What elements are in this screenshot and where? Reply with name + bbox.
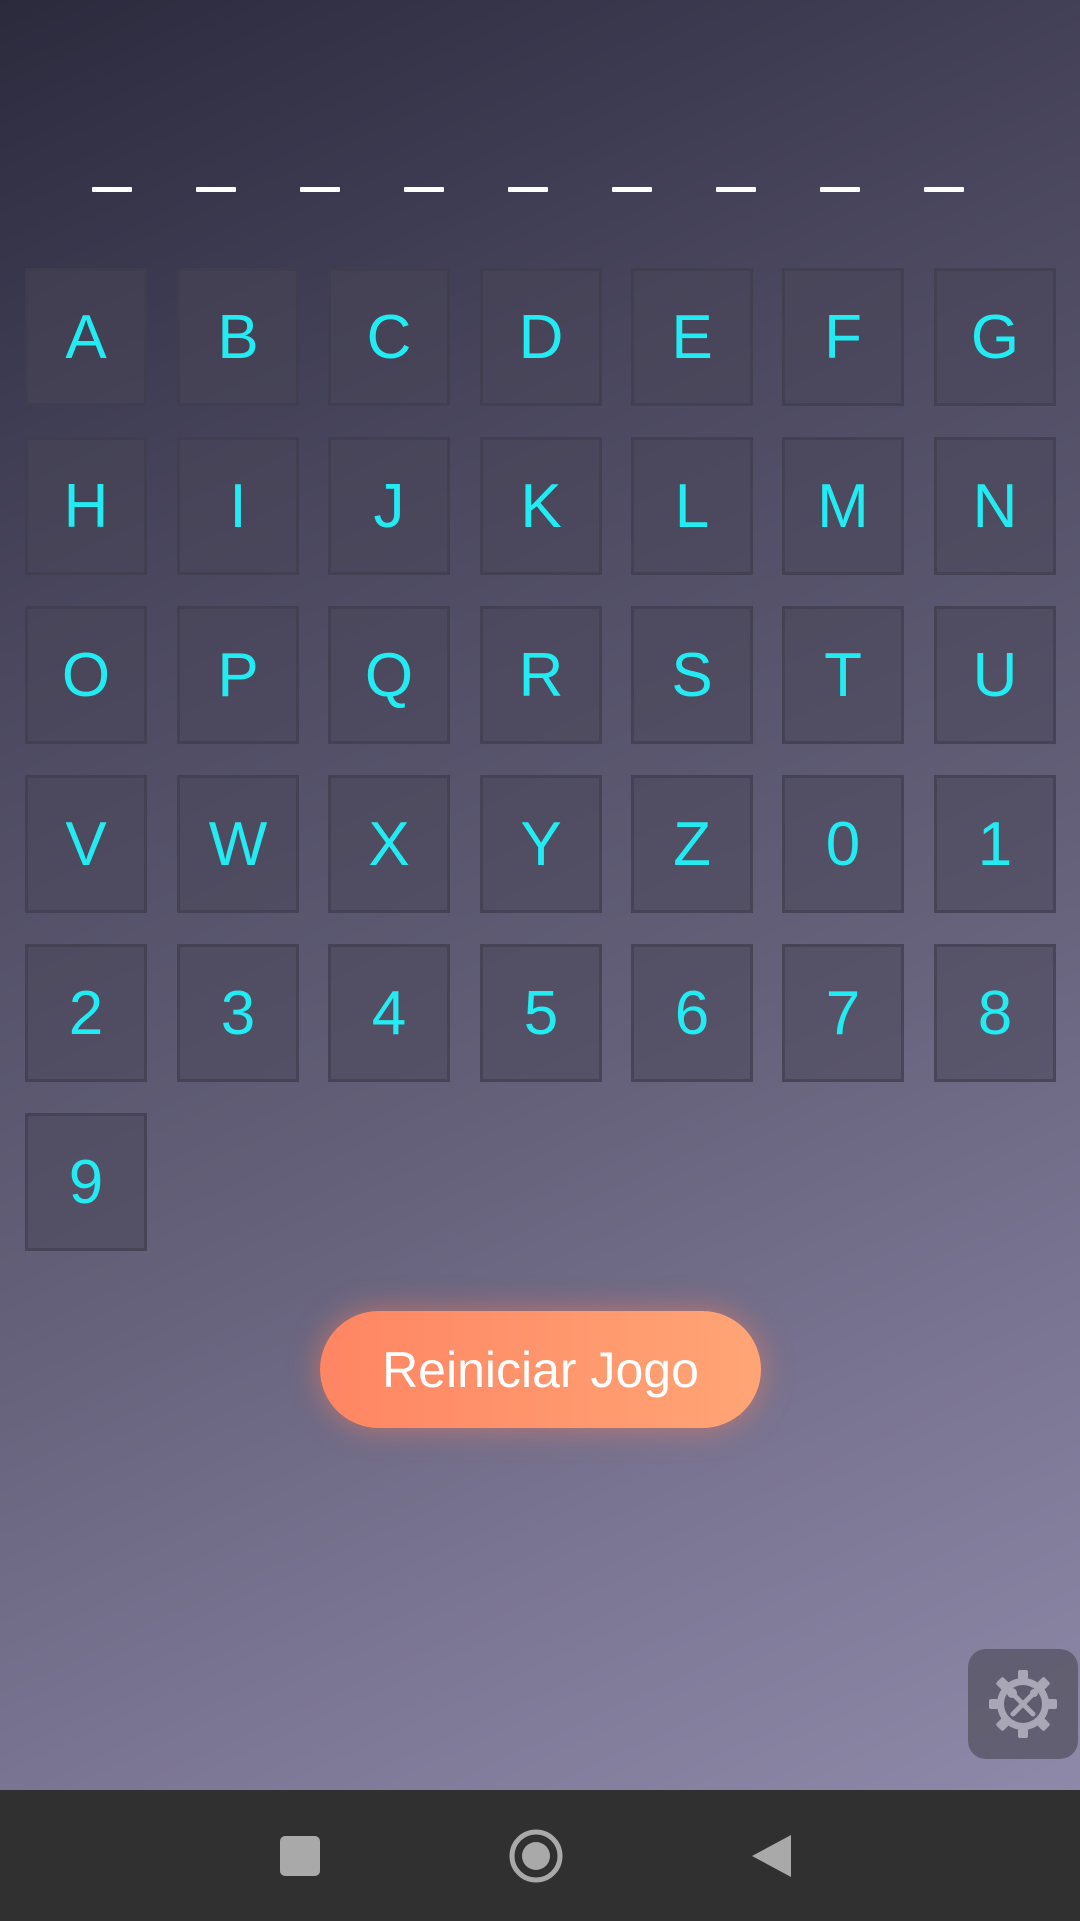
key-b[interactable]: B <box>177 268 299 406</box>
key-z[interactable]: Z <box>631 775 753 913</box>
settings-tools-icon <box>989 1670 1057 1738</box>
recent-apps-button[interactable] <box>240 1790 360 1921</box>
screen: ABCDEFG HIJKLMN OPQRSTU VWXYZ01 2345678 9 Rei… <box>0 0 1080 1921</box>
key-3[interactable]: 3 <box>177 944 299 1082</box>
key-h[interactable]: H <box>25 437 147 575</box>
restart-game-button[interactable]: Reiniciar Jogo <box>320 1311 761 1428</box>
key-2[interactable]: 2 <box>25 944 147 1082</box>
key-g[interactable]: G <box>934 268 1056 406</box>
key-u[interactable]: U <box>934 606 1056 744</box>
key-f[interactable]: F <box>782 268 904 406</box>
triangle-left-icon <box>752 1834 791 1877</box>
hangman-game: ABCDEFG HIJKLMN OPQRSTU VWXYZ01 2345678 9 Rei… <box>0 0 1080 1790</box>
key-l[interactable]: L <box>631 437 753 575</box>
key-7[interactable]: 7 <box>782 944 904 1082</box>
key-n[interactable]: N <box>934 437 1056 575</box>
key-w[interactable]: W <box>177 775 299 913</box>
settings-button[interactable] <box>968 1649 1078 1759</box>
key-r[interactable]: R <box>480 606 602 744</box>
back-button[interactable] <box>711 1790 831 1921</box>
key-5[interactable]: 5 <box>480 944 602 1082</box>
key-d[interactable]: D <box>480 268 602 406</box>
home-button[interactable] <box>476 1790 596 1921</box>
circle-icon <box>509 1829 563 1882</box>
key-1[interactable]: 1 <box>934 775 1056 913</box>
key-s[interactable]: S <box>631 606 753 744</box>
system-navigation-bar <box>0 1790 1080 1921</box>
square-icon <box>280 1835 320 1876</box>
letter-keyboard: ABCDEFG HIJKLMN OPQRSTU VWXYZ01 2345678 9 <box>0 0 1080 1300</box>
key-q[interactable]: Q <box>328 606 450 744</box>
restart-game-label: Reiniciar Jogo <box>382 1341 699 1398</box>
key-o[interactable]: O <box>25 606 147 744</box>
key-8[interactable]: 8 <box>934 944 1056 1082</box>
key-y[interactable]: Y <box>480 775 602 913</box>
key-e[interactable]: E <box>631 268 753 406</box>
key-m[interactable]: M <box>782 437 904 575</box>
key-v[interactable]: V <box>25 775 147 913</box>
key-0[interactable]: 0 <box>782 775 904 913</box>
key-j[interactable]: J <box>328 437 450 575</box>
key-p[interactable]: P <box>177 606 299 744</box>
key-4[interactable]: 4 <box>328 944 450 1082</box>
key-t[interactable]: T <box>782 606 904 744</box>
key-6[interactable]: 6 <box>631 944 753 1082</box>
key-9[interactable]: 9 <box>25 1113 147 1251</box>
key-k[interactable]: K <box>480 437 602 575</box>
key-x[interactable]: X <box>328 775 450 913</box>
key-a[interactable]: A <box>25 268 147 406</box>
key-i[interactable]: I <box>177 437 299 575</box>
key-c[interactable]: C <box>328 268 450 406</box>
